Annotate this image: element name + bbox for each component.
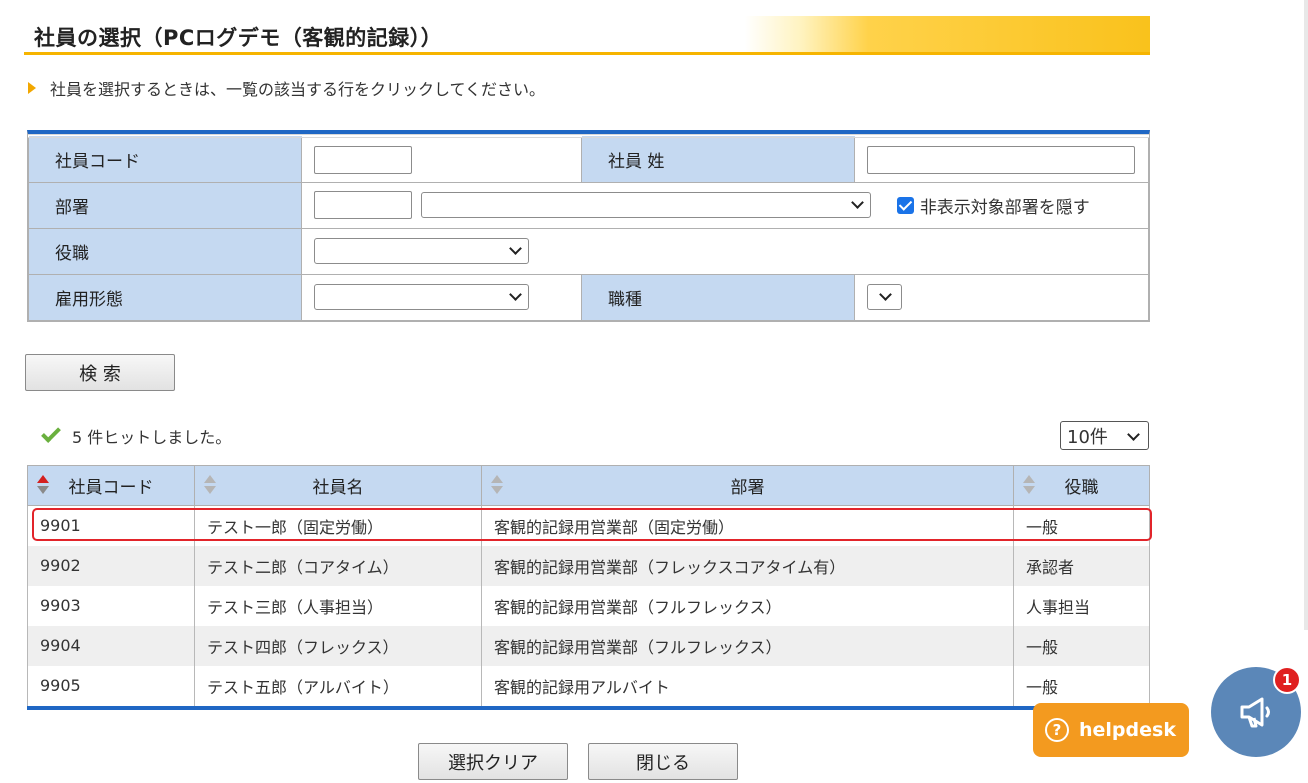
megaphone-icon [1240, 697, 1270, 728]
column-header-name[interactable]: 社員名 [194, 465, 482, 506]
question-icon: ? [1045, 718, 1069, 742]
hide-hidden-depts-checkbox[interactable]: 非表示対象部署を隠す [896, 193, 1090, 218]
chevron-down-icon [509, 288, 522, 301]
cell-code: 9902 [27, 545, 195, 586]
search-button[interactable]: 検 索 [25, 354, 175, 391]
column-header-position[interactable]: 役職 [1013, 465, 1150, 506]
position-label: 役職 [28, 227, 302, 275]
scrollbar[interactable] [1304, 0, 1308, 630]
chevron-down-icon [851, 196, 865, 209]
sort-icon [491, 475, 503, 497]
notification-badge: 1 [1273, 666, 1301, 694]
hit-count: 5 件ヒットしました。 [40, 423, 231, 448]
cell-dept: 客観的記録用アルバイト [481, 665, 1014, 706]
sort-icon [1023, 475, 1035, 497]
table-row[interactable]: 9901 テスト一郎（固定労働） 客観的記録用営業部（固定労働） 一般 [27, 505, 1150, 546]
job-type-label: 職種 [581, 273, 855, 321]
employee-code-input[interactable] [314, 145, 412, 174]
cell-code: 9903 [27, 585, 195, 626]
column-header-dept[interactable]: 部署 [481, 465, 1014, 506]
department-code-input[interactable] [314, 191, 412, 219]
triangle-bullet-icon [28, 82, 36, 94]
employment-type-label: 雇用形態 [28, 273, 302, 321]
cell-name: テスト五郎（アルバイト） [194, 665, 482, 706]
cell-code: 9901 [27, 505, 195, 546]
employment-type-select[interactable] [314, 284, 529, 310]
checkbox-checked-icon [896, 196, 914, 214]
cell-position: 承認者 [1013, 545, 1150, 586]
instruction-text: 社員を選択するときは、一覧の該当する行をクリックしてください。 [50, 80, 546, 99]
chevron-down-icon [509, 242, 522, 255]
cell-name: テスト四郎（フレックス） [194, 625, 482, 666]
clear-selection-button[interactable]: 選択クリア [418, 743, 568, 780]
column-header-code[interactable]: 社員コード [27, 465, 195, 506]
employee-surname-label: 社員 姓 [581, 134, 855, 183]
checkmark-icon [41, 423, 61, 443]
results-table: 社員コード 社員名 部署 役職 9901 テスト一郎（固定労働） 客観的記録用営… [27, 465, 1150, 710]
employee-code-label: 社員コード [28, 134, 302, 183]
cell-dept: 客観的記録用営業部（フレックスコアタイム有） [481, 545, 1014, 586]
cell-dept: 客観的記録用営業部（フルフレックス） [481, 585, 1014, 626]
chevron-down-icon [1127, 428, 1140, 441]
position-select[interactable] [314, 238, 529, 264]
search-form: 社員コード 社員 姓 部署 非表示対象部署を隠す 役職 雇用形態 職種 [27, 130, 1150, 322]
cell-dept: 客観的記録用営業部（フルフレックス） [481, 625, 1014, 666]
cell-position: 一般 [1013, 665, 1150, 706]
sort-icon [37, 475, 49, 497]
job-type-select[interactable] [867, 284, 902, 310]
cell-code: 9904 [27, 625, 195, 666]
instruction: 社員を選択するときは、一覧の該当する行をクリックしてください。 [28, 76, 545, 100]
helpdesk-button[interactable]: ? helpdesk [1033, 703, 1189, 757]
table-row[interactable]: 9905 テスト五郎（アルバイト） 客観的記録用アルバイト 一般 [27, 665, 1150, 706]
cell-position: 一般 [1013, 625, 1150, 666]
cell-code: 9905 [27, 665, 195, 706]
page-title-bar: 社員の選択（PCログデモ（客観的記録）） [24, 16, 1150, 55]
cell-position: 一般 [1013, 505, 1150, 546]
sort-icon [204, 475, 216, 497]
table-row[interactable]: 9904 テスト四郎（フレックス） 客観的記録用営業部（フルフレックス） 一般 [27, 625, 1150, 666]
close-button[interactable]: 閉じる [588, 743, 738, 780]
cell-name: テスト二郎（コアタイム） [194, 545, 482, 586]
department-label: 部署 [28, 181, 302, 229]
chevron-down-icon [879, 288, 892, 301]
table-row[interactable]: 9903 テスト三郎（人事担当） 客観的記録用営業部（フルフレックス） 人事担当 [27, 585, 1150, 626]
table-row[interactable]: 9902 テスト二郎（コアタイム） 客観的記録用営業部（フレックスコアタイム有）… [27, 545, 1150, 586]
cell-position: 人事担当 [1013, 585, 1150, 626]
cell-dept: 客観的記録用営業部（固定労働） [481, 505, 1014, 546]
department-select[interactable] [421, 192, 872, 218]
page-title: 社員の選択（PCログデモ（客観的記録）） [34, 26, 443, 50]
per-page-select[interactable]: 10件 [1060, 421, 1149, 450]
cell-name: テスト一郎（固定労働） [194, 505, 482, 546]
employee-surname-input[interactable] [867, 145, 1135, 174]
cell-name: テスト三郎（人事担当） [194, 585, 482, 626]
